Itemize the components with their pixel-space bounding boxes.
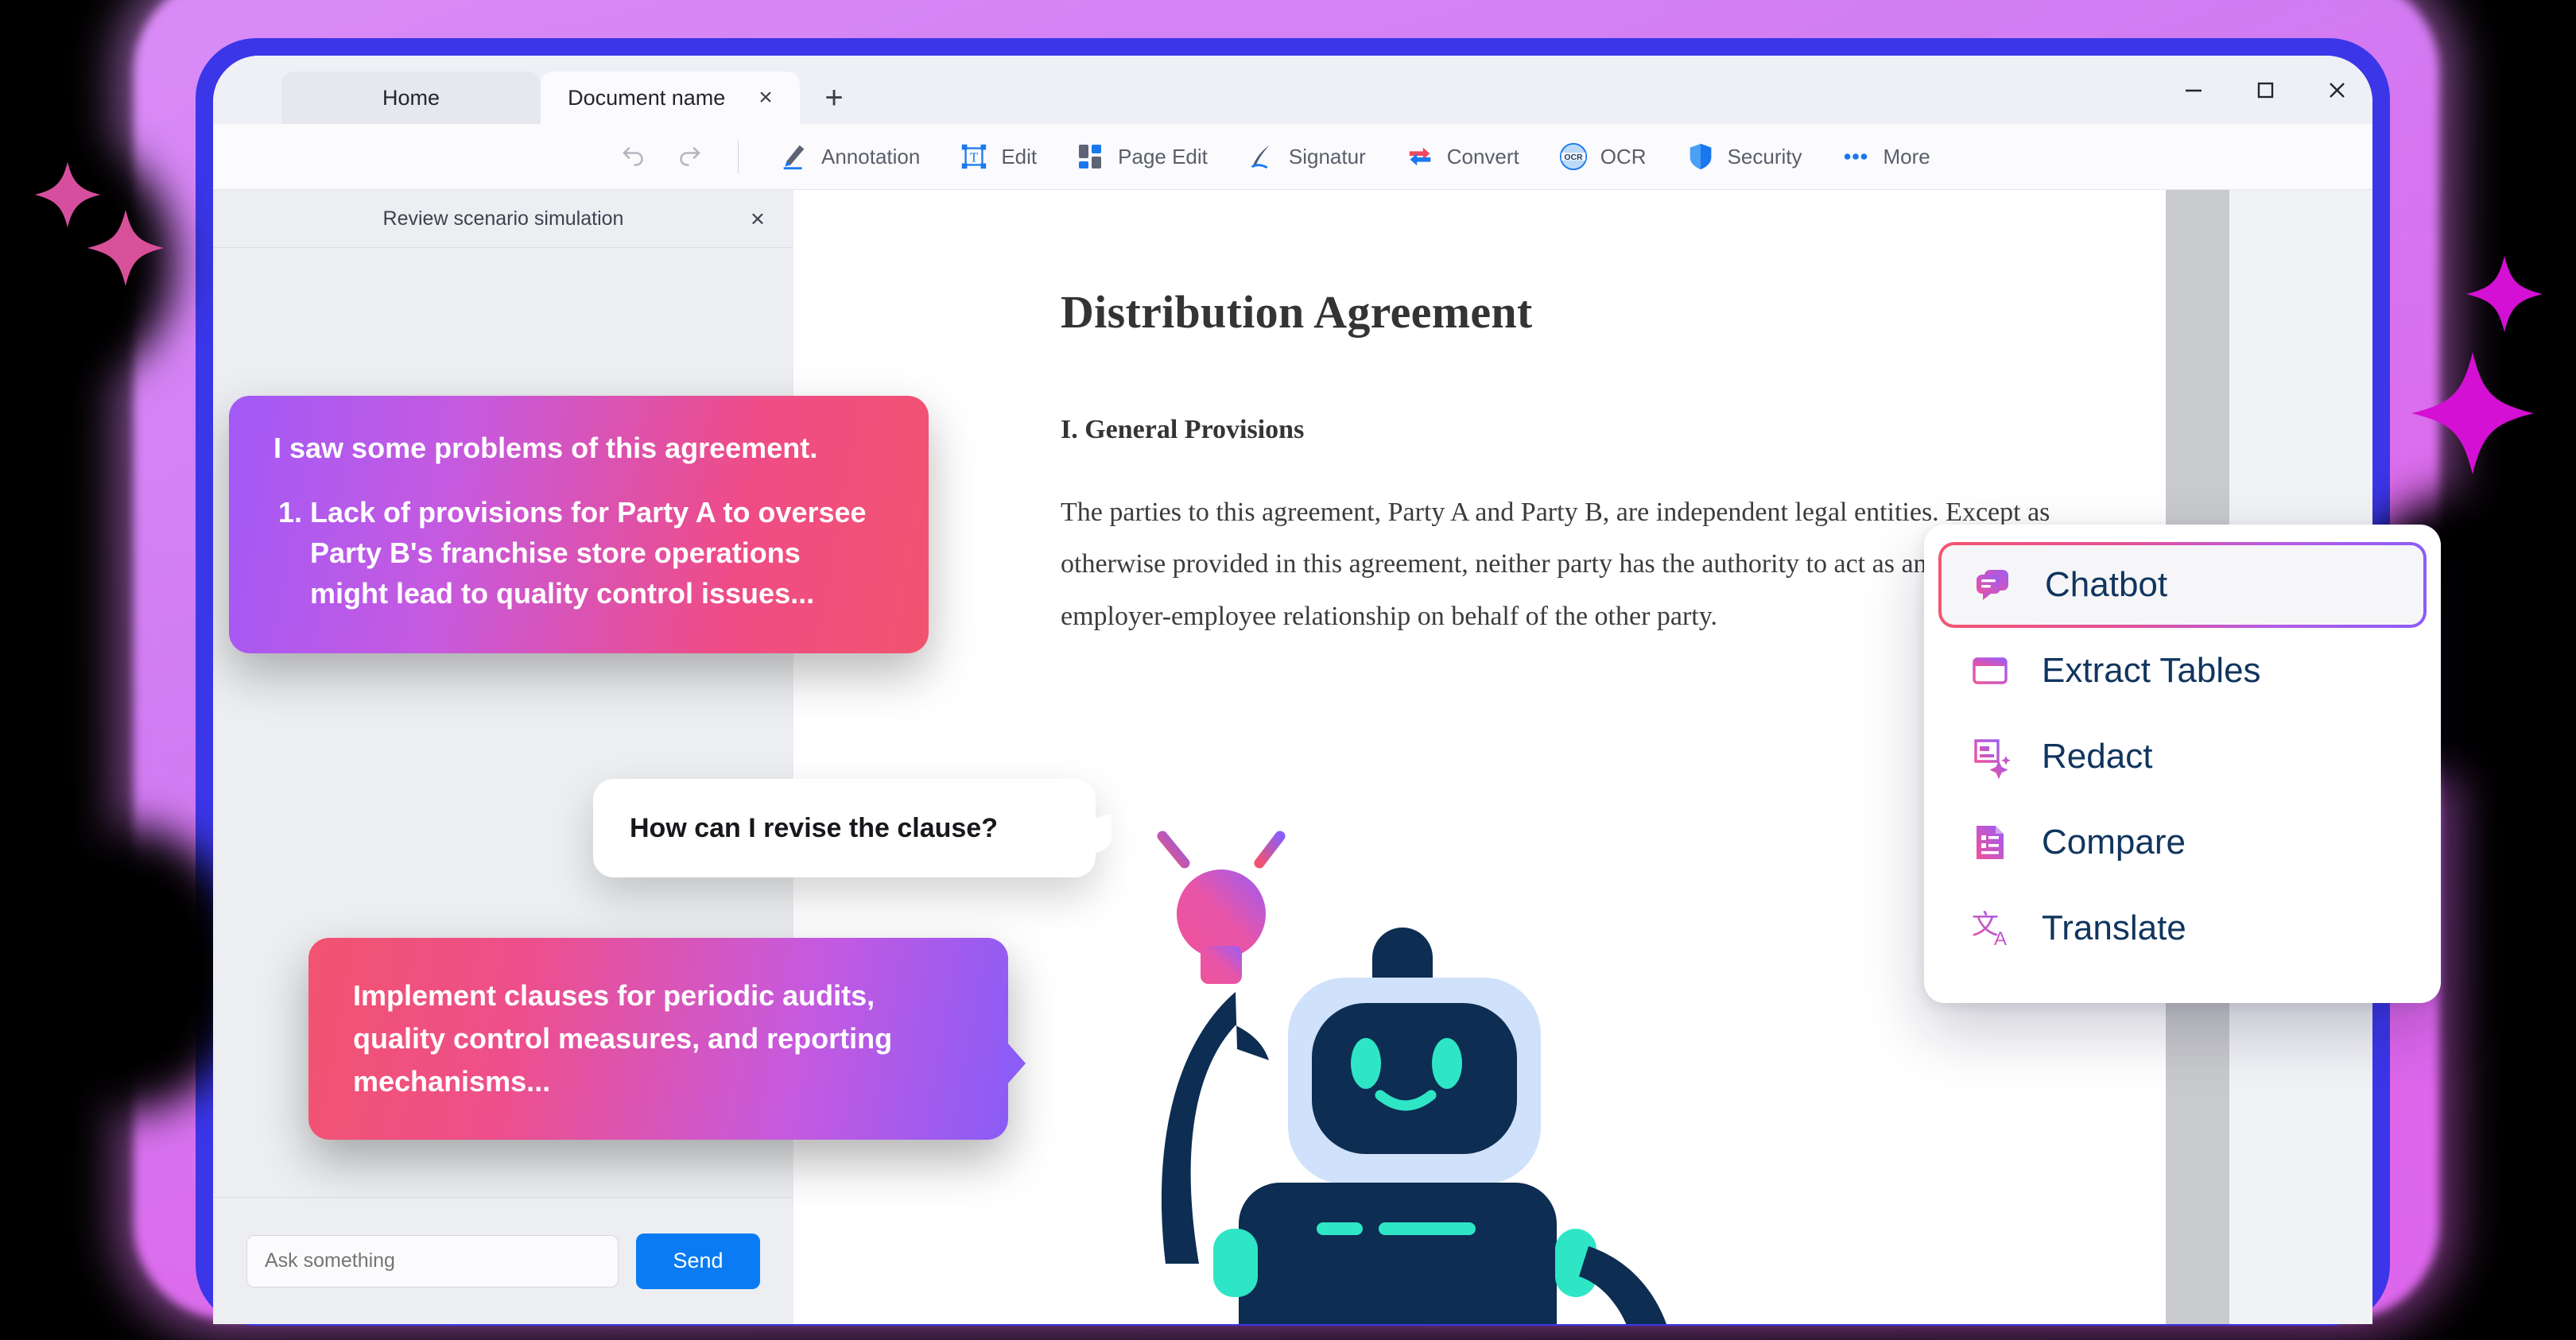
- toolbar-item-label: OCR: [1600, 144, 1647, 168]
- chat-bubble-text: How can I revise the clause?: [630, 813, 998, 843]
- tools-dropdown-menu: Chatbot Extract Tables Redact Compare 文 …: [1924, 525, 2441, 1003]
- menu-item-label: Extract Tables: [2042, 651, 2261, 690]
- chat-bubble-user: How can I revise the clause?: [593, 779, 1096, 878]
- new-tab-button[interactable]: +: [800, 72, 868, 124]
- minimize-icon[interactable]: [2158, 56, 2229, 124]
- table-icon: [1965, 646, 2015, 695]
- tab-bar: Home Document name × +: [213, 56, 2372, 124]
- convert-icon: [1404, 141, 1436, 172]
- sparkle-icon-left-large: [86, 208, 165, 288]
- toolbar-item-label: Signatur: [1288, 144, 1366, 168]
- list-item: Lack of provisions for Party A to overse…: [310, 492, 884, 614]
- ocr-icon: OCR: [1558, 141, 1589, 172]
- page-edit-icon: [1075, 141, 1107, 172]
- compare-doc-icon: [1965, 818, 2015, 867]
- menu-item-label: Compare: [2042, 823, 2186, 862]
- toolbar-item-annotation[interactable]: Annotation: [759, 134, 939, 179]
- toolbar-item-label: More: [1883, 144, 1930, 168]
- menu-item-label: Chatbot: [2045, 565, 2168, 604]
- maximize-icon[interactable]: [2229, 56, 2301, 124]
- redo-icon[interactable]: [661, 134, 717, 179]
- toolbar-item-label: Edit: [1001, 144, 1038, 168]
- tab-document-name[interactable]: Document name ×: [541, 72, 800, 124]
- toolbar-item-more[interactable]: More: [1821, 134, 1949, 179]
- toolbar-divider: [738, 140, 739, 173]
- chat-panel-header: Review scenario simulation ×: [213, 190, 793, 248]
- more-dots-icon: [1840, 141, 1872, 172]
- chatbot-robot-illustration: [1080, 787, 1732, 1324]
- menu-item-redact[interactable]: Redact: [1938, 714, 2427, 800]
- toolbar-item-page-edit[interactable]: Page Edit: [1056, 134, 1227, 179]
- menu-item-extract-tables[interactable]: Extract Tables: [1938, 628, 2427, 714]
- send-button[interactable]: Send: [636, 1233, 760, 1289]
- toolbar-item-security[interactable]: Security: [1666, 134, 1821, 179]
- toolbar: Annotation T Edit Page Edit Signatur Con…: [213, 124, 2372, 190]
- search-input[interactable]: [246, 1234, 619, 1288]
- edit-text-icon: T: [958, 141, 990, 172]
- toolbar-item-signature[interactable]: Signatur: [1227, 134, 1385, 179]
- menu-item-translate[interactable]: 文 A Translate: [1938, 885, 2427, 971]
- signature-icon: [1246, 141, 1278, 172]
- svg-text:A: A: [1994, 928, 2007, 950]
- chat-bubble-list: Lack of provisions for Party A to overse…: [274, 492, 884, 614]
- sparkle-icon-right-small: [2465, 254, 2544, 334]
- svg-text:OCR: OCR: [1564, 153, 1583, 162]
- document-section-heading: I. General Provisions: [1061, 415, 1305, 444]
- annotation-pen-icon: [778, 141, 810, 172]
- chat-bubble-text: Implement clauses for periodic audits, q…: [353, 979, 893, 1098]
- menu-item-compare[interactable]: Compare: [1938, 800, 2427, 885]
- translate-icon: 文 A: [1965, 904, 2015, 953]
- chat-panel: Review scenario simulation × Send: [213, 190, 793, 1324]
- chatbot-icon: [1969, 560, 2018, 610]
- svg-text:T: T: [970, 150, 979, 165]
- chat-bubble-assistant-2: Implement clauses for periodic audits, q…: [308, 938, 1026, 1140]
- toolbar-item-ocr[interactable]: OCR OCR: [1538, 134, 1666, 179]
- shield-icon: [1685, 141, 1717, 172]
- tab-home[interactable]: Home: [281, 72, 541, 124]
- toolbar-item-label: Security: [1727, 144, 1802, 168]
- chat-bubble-assistant-1: I saw some problems of this agreement. L…: [229, 396, 929, 653]
- menu-item-chatbot[interactable]: Chatbot: [1938, 542, 2427, 628]
- chat-composer: Send: [213, 1197, 793, 1324]
- sparkle-icon-right-large: [2409, 350, 2536, 477]
- tab-label: Home: [382, 85, 440, 110]
- tab-label: Document name: [568, 85, 726, 110]
- close-icon[interactable]: [2301, 56, 2372, 124]
- toolbar-item-label: Page Edit: [1118, 144, 1208, 168]
- chat-panel-title: Review scenario simulation: [382, 207, 624, 230]
- toolbar-item-label: Annotation: [821, 144, 921, 168]
- close-icon[interactable]: ×: [758, 86, 773, 110]
- decorative-blob-left-bottom: [8, 827, 246, 1113]
- window-controls: [2158, 56, 2372, 124]
- chat-bubble-heading: I saw some problems of this agreement.: [274, 432, 818, 464]
- undo-icon[interactable]: [606, 134, 661, 179]
- redact-icon: [1965, 732, 2015, 781]
- toolbar-item-label: Convert: [1446, 144, 1519, 168]
- document-title: Distribution Agreement: [1061, 286, 1533, 338]
- toolbar-item-edit[interactable]: T Edit: [939, 134, 1056, 179]
- menu-item-label: Translate: [2042, 908, 2186, 947]
- menu-item-label: Redact: [2042, 737, 2153, 776]
- close-icon[interactable]: ×: [751, 207, 765, 231]
- toolbar-item-convert[interactable]: Convert: [1385, 134, 1538, 179]
